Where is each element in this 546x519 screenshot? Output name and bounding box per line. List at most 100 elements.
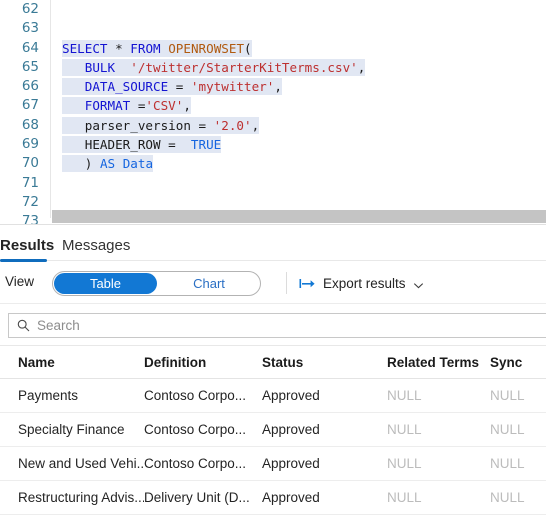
code-content-area[interactable]: SELECT * FROM OPENROWSET( BULK '/twitter… bbox=[51, 0, 546, 218]
cell-related-terms: NULL bbox=[387, 422, 422, 437]
search-icon bbox=[17, 319, 30, 332]
cell-name: Payments bbox=[18, 388, 79, 403]
line-number: 66 bbox=[21, 78, 39, 95]
code-token: 'mytwitter' bbox=[190, 79, 275, 95]
cell-sync: NULL bbox=[490, 388, 525, 403]
table-row[interactable]: Specialty Finance Contoso Corpo... Approve… bbox=[0, 413, 546, 447]
tab-messages-label: Messages bbox=[62, 237, 131, 254]
code-line[interactable]: parser_version = '2.0', bbox=[51, 116, 546, 135]
cell-status: Approved bbox=[262, 490, 320, 505]
view-toggle-chart[interactable]: Chart bbox=[159, 273, 259, 294]
code-token: FORMAT bbox=[84, 98, 131, 114]
search-bottom-divider bbox=[0, 345, 546, 346]
code-token: * bbox=[115, 40, 123, 56]
code-line[interactable]: HEADER_ROW = TRUE bbox=[51, 135, 546, 154]
cell-sync: NULL bbox=[490, 456, 525, 471]
code-line[interactable]: FORMAT ='CSV', bbox=[51, 96, 546, 115]
code-token: AS bbox=[99, 156, 116, 172]
code-line[interactable]: SELECT * FROM OPENROWSET( bbox=[51, 39, 546, 58]
sql-code-editor[interactable]: 62 63 64 65 66 67 68 69 70 71 72 73 SELECT * FROM O… bbox=[0, 0, 546, 225]
code-token: = bbox=[160, 137, 191, 153]
cell-name: New and Used Vehi... bbox=[18, 456, 144, 471]
line-number: 63 bbox=[21, 20, 39, 37]
column-header-sync[interactable]: Sync bbox=[490, 355, 546, 370]
results-tabstrip: Results Messages bbox=[0, 232, 546, 262]
code-line[interactable] bbox=[51, 174, 546, 193]
export-results-button[interactable]: Export results bbox=[299, 272, 424, 294]
code-token: OPENROWSET bbox=[168, 40, 245, 56]
query-results-pane: 62 63 64 65 66 67 68 69 70 71 72 73 SELECT * FROM O… bbox=[0, 0, 546, 519]
cell-name: Restructuring Advis... bbox=[18, 490, 144, 505]
code-token: BULK bbox=[84, 59, 116, 75]
line-number-gutter: 62 63 64 65 66 67 68 69 70 71 72 73 bbox=[0, 0, 51, 225]
tab-results[interactable]: Results bbox=[0, 232, 54, 261]
code-token: '2.0' bbox=[213, 117, 252, 133]
line-number: 67 bbox=[21, 97, 39, 114]
toolbar-divider bbox=[286, 272, 287, 294]
export-arrow-icon bbox=[299, 277, 316, 290]
code-line[interactable]: ) AS Data bbox=[51, 154, 546, 173]
search-bar-region bbox=[0, 304, 546, 346]
code-token: HEADER_ROW bbox=[84, 137, 161, 153]
code-token: TRUE bbox=[190, 137, 222, 153]
code-token: '/twitter/StarterKitTerms.csv' bbox=[130, 59, 358, 75]
view-mode-toggle[interactable]: Table Chart bbox=[52, 271, 261, 296]
cell-definition: Contoso Corpo... bbox=[144, 422, 247, 437]
code-line[interactable] bbox=[51, 19, 546, 38]
code-token: , bbox=[183, 98, 191, 114]
line-number: 65 bbox=[21, 58, 39, 75]
code-line[interactable]: BULK '/twitter/StarterKitTerms.csv', bbox=[51, 58, 546, 77]
line-number: 72 bbox=[21, 193, 39, 210]
code-token: , bbox=[357, 59, 366, 75]
code-token: ( bbox=[244, 40, 252, 56]
search-box[interactable] bbox=[8, 313, 546, 338]
table-row[interactable]: New and Used Vehi... Contoso Corpo... Appr… bbox=[0, 447, 546, 481]
line-number: 64 bbox=[21, 39, 39, 56]
view-toggle-table-label: Table bbox=[89, 276, 122, 291]
code-token: = bbox=[168, 79, 191, 95]
code-token: parser_version bbox=[84, 117, 191, 133]
table-header-row: Name Definition Status Related Terms Syn… bbox=[0, 347, 546, 379]
cell-definition: Contoso Corpo... bbox=[144, 388, 247, 403]
cell-sync: NULL bbox=[490, 422, 525, 437]
line-number: 71 bbox=[21, 174, 39, 191]
tab-messages[interactable]: Messages bbox=[62, 232, 130, 261]
table-row[interactable]: Restructuring Advis... Delivery Unit (D..… bbox=[0, 481, 546, 515]
code-token: , bbox=[274, 79, 282, 95]
line-number: 69 bbox=[21, 136, 39, 153]
editor-horizontal-scrollbar[interactable] bbox=[52, 210, 546, 223]
cell-status: Approved bbox=[262, 456, 320, 471]
column-header-related-terms[interactable]: Related Terms bbox=[387, 355, 490, 370]
code-token: = bbox=[190, 117, 214, 133]
cell-status: Approved bbox=[262, 422, 320, 437]
column-header-status[interactable]: Status bbox=[262, 355, 387, 370]
cell-definition: Contoso Corpo... bbox=[144, 456, 247, 471]
view-toggle-table[interactable]: Table bbox=[54, 273, 157, 294]
table-row[interactable]: Payments Contoso Corpo... Approved NULL NULL bbox=[0, 379, 546, 413]
chevron-down-icon[interactable] bbox=[413, 278, 424, 289]
editor-bottom-divider bbox=[0, 224, 546, 225]
code-line[interactable] bbox=[51, 0, 546, 19]
view-toggle-chart-label: Chart bbox=[193, 276, 225, 291]
cell-status: Approved bbox=[262, 388, 320, 403]
code-token: SELECT bbox=[62, 40, 108, 56]
cell-related-terms: NULL bbox=[387, 388, 422, 403]
search-input[interactable] bbox=[37, 318, 507, 333]
code-token: DATA_SOURCE bbox=[84, 79, 169, 95]
line-number: 70 bbox=[21, 155, 39, 172]
cell-definition: Delivery Unit (D... bbox=[144, 490, 250, 505]
results-table[interactable]: Name Definition Status Related Terms Syn… bbox=[0, 347, 546, 519]
column-header-definition[interactable]: Definition bbox=[144, 355, 262, 370]
column-header-name[interactable]: Name bbox=[0, 355, 144, 370]
code-line[interactable]: DATA_SOURCE = 'mytwitter', bbox=[51, 77, 546, 96]
cell-related-terms: NULL bbox=[387, 490, 422, 505]
